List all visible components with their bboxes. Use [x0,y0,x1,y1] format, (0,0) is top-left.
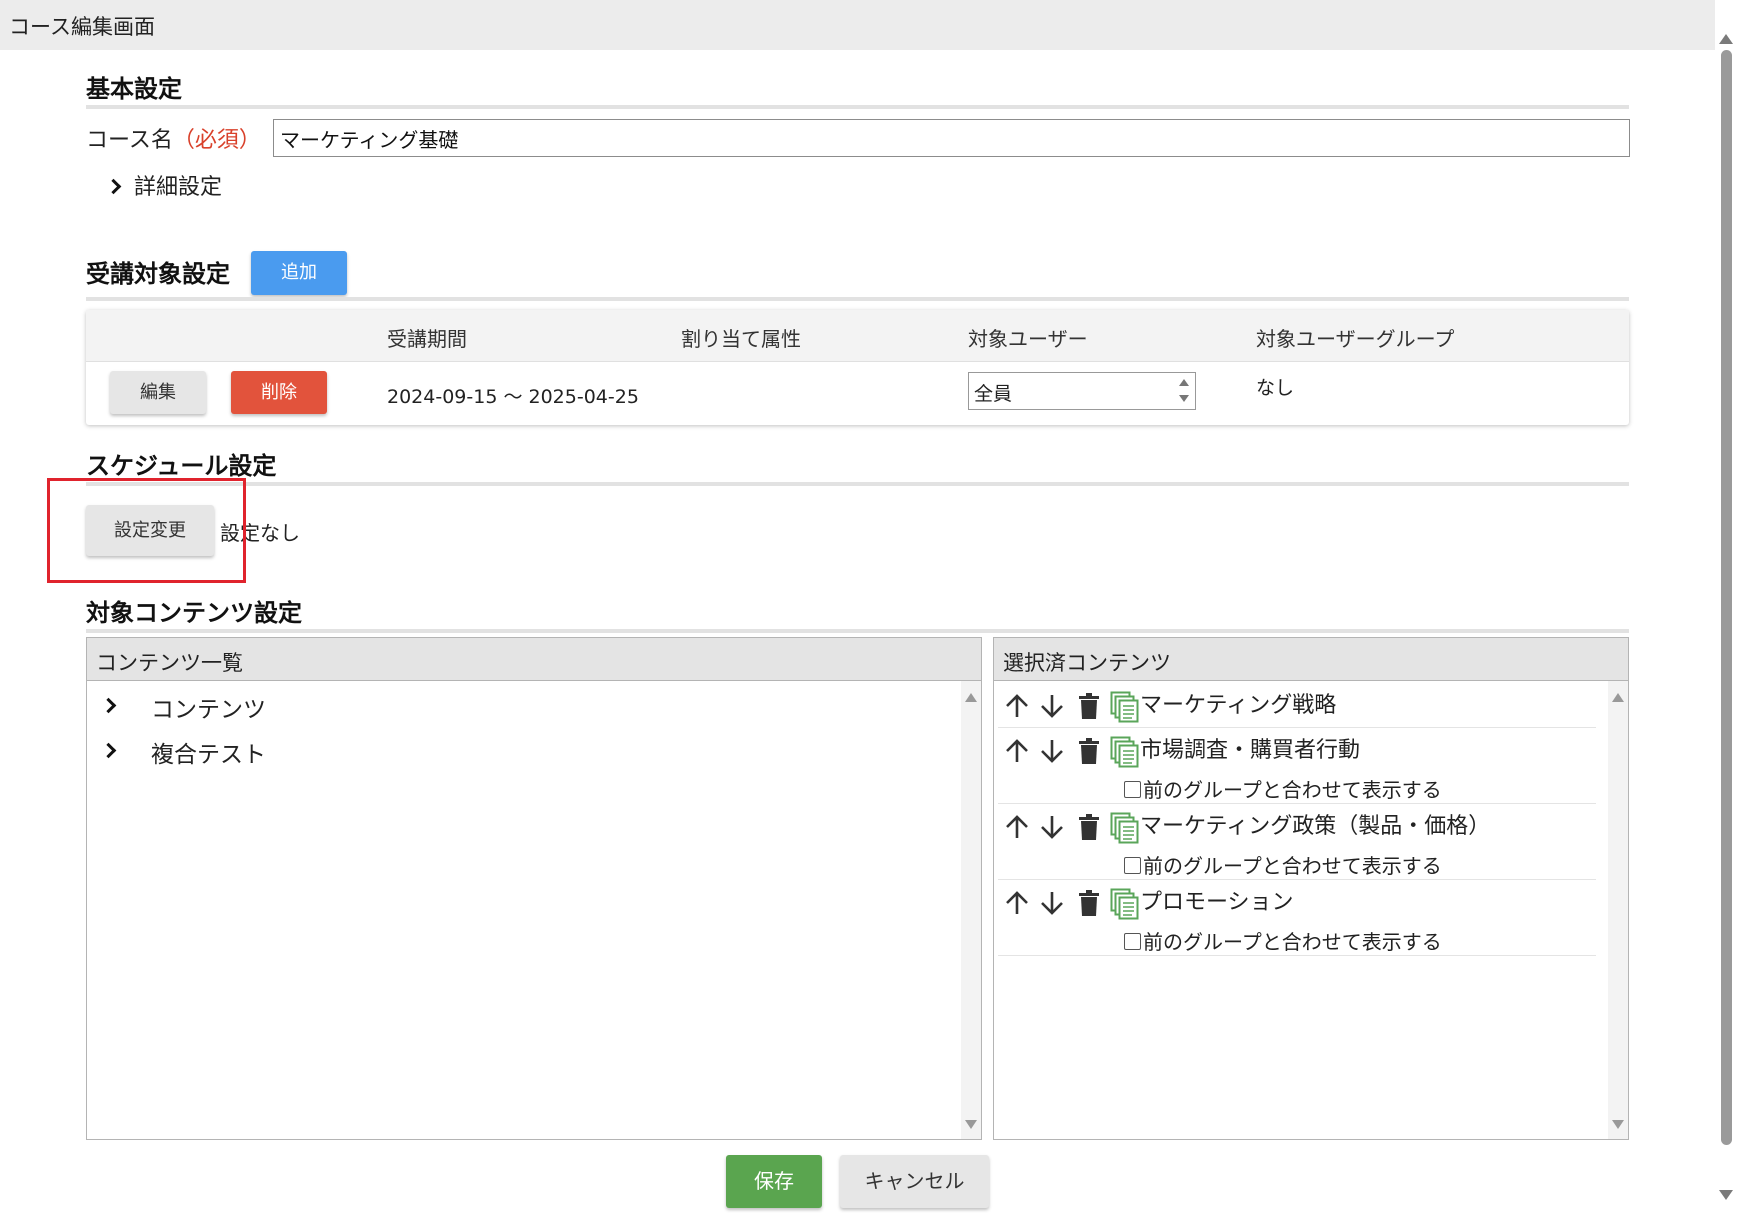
checkbox-icon[interactable] [1124,933,1141,950]
trash-icon[interactable] [1078,693,1100,723]
selected-content-title: 選択済コンテンツ [1003,651,1171,675]
scroll-up-icon[interactable] [965,693,977,702]
content-pages-icon [1110,888,1140,924]
selected-content-name: 市場調査・購買者行動 [1140,738,1361,763]
scroll-thumb[interactable] [1721,50,1732,1145]
merge-with-previous-label: 前のグループと合わせて表示する [1143,930,1442,954]
scroll-up-icon[interactable] [1719,34,1733,44]
period-value: 2024-09-15 ～ 2025-04-25 [387,386,639,408]
content-pages-icon [1110,812,1140,848]
add-target-button[interactable]: 追加 [251,251,347,295]
chevron-right-icon[interactable] [100,697,117,714]
stepper-up-icon[interactable] [1179,379,1189,386]
selected-content-name: マーケティング政策（製品・価格） [1140,814,1491,839]
trash-icon[interactable] [1078,890,1100,920]
edit-button[interactable]: 編集 [110,371,206,414]
arrow-down-icon[interactable] [1039,814,1065,844]
selected-content-row: マーケティング戦略 [998,683,1596,728]
course-name-label-text: コース名 [86,128,173,153]
arrow-down-icon[interactable] [1039,890,1065,920]
selected-content-row: 市場調査・購買者行動前のグループと合わせて表示する [998,728,1596,804]
groups-value: なし [1256,377,1295,399]
content-pages-icon [1110,736,1140,772]
target-users-value: 全員 [974,383,1013,405]
column-header-attribute: 割り当て属性 [681,327,801,351]
chevron-right-icon [105,178,122,195]
table-header: 受講期間 割り当て属性 対象ユーザー 対象ユーザーグループ [86,310,1629,362]
trash-icon[interactable] [1078,814,1100,844]
selected-content-panel: 選択済コンテンツ マーケティング戦略 市場調査・購買者行動前のグループと合わせて表… [993,637,1629,1140]
column-header-period: 受講期間 [387,327,467,351]
scroll-down-icon[interactable] [1719,1190,1733,1200]
arrow-up-icon[interactable] [1004,890,1030,920]
content-list-title: コンテンツ一覧 [96,651,243,675]
target-users-stepper[interactable]: 全員 [968,372,1196,410]
page-scrollbar[interactable] [1715,0,1737,1213]
course-name-input[interactable] [273,119,1630,157]
window-title: コース編集画面 [9,15,155,39]
selected-content-name: マーケティング戦略 [1140,693,1337,718]
scroll-down-icon[interactable] [965,1120,977,1129]
section-divider [86,482,1629,486]
delete-button[interactable]: 削除 [231,371,327,414]
merge-with-previous-checkbox[interactable]: 前のグループと合わせて表示する [1124,850,1442,879]
chevron-right-icon[interactable] [100,742,117,759]
checkbox-icon[interactable] [1124,857,1141,874]
selected-content-name: プロモーション [1140,890,1294,915]
selected-content-scrollbar[interactable] [1608,681,1628,1139]
selected-content-row: プロモーション前のグループと合わせて表示する [998,880,1596,956]
section-divider [86,629,1629,633]
column-header-users: 対象ユーザー [968,327,1088,351]
content-pages-icon [1110,691,1140,727]
content-list-header: コンテンツ一覧 [87,638,981,681]
content-list-panel: コンテンツ一覧 コンテンツ 複合テスト [86,637,982,1140]
basic-settings-heading: 基本設定 [86,75,182,103]
scroll-up-icon[interactable] [1612,693,1624,702]
schedule-settings-heading: スケジュール設定 [86,452,277,480]
arrow-up-icon[interactable] [1004,814,1030,844]
arrow-down-icon[interactable] [1039,738,1065,768]
content-list-scrollbar[interactable] [961,681,981,1139]
highlight-box [47,478,246,583]
tree-item-label: コンテンツ [151,697,266,723]
section-divider [86,297,1629,301]
tree-item-label: 複合テスト [151,742,266,768]
cancel-button[interactable]: キャンセル [840,1155,989,1208]
column-header-groups: 対象ユーザーグループ [1256,327,1455,351]
section-divider [86,105,1629,109]
arrow-up-icon[interactable] [1004,738,1030,768]
merge-with-previous-label: 前のグループと合わせて表示する [1143,854,1442,878]
merge-with-previous-label: 前のグループと合わせて表示する [1143,778,1442,802]
window-titlebar: コース編集画面 [0,0,1715,50]
selected-content-row: マーケティング政策（製品・価格） 前のグループと合わせて表示する [998,804,1596,880]
detail-settings-label: 詳細設定 [134,175,223,200]
stepper-down-icon[interactable] [1179,395,1189,402]
required-label: （必須） [172,128,261,153]
checkbox-icon[interactable] [1124,781,1141,798]
trash-icon[interactable] [1078,738,1100,768]
scroll-down-icon[interactable] [1612,1120,1624,1129]
target-table: 受講期間 割り当て属性 対象ユーザー 対象ユーザーグループ 編集 削除 2024… [86,310,1629,425]
arrow-up-icon[interactable] [1004,693,1030,723]
selected-content-header: 選択済コンテンツ [994,638,1628,681]
merge-with-previous-checkbox[interactable]: 前のグループと合わせて表示する [1124,774,1442,803]
arrow-down-icon[interactable] [1039,693,1065,723]
merge-with-previous-checkbox[interactable]: 前のグループと合わせて表示する [1124,926,1442,955]
course-name-label: コース名（必須） [86,122,261,154]
save-button[interactable]: 保存 [726,1155,822,1208]
target-settings-heading: 受講対象設定 [86,260,230,288]
content-settings-heading: 対象コンテンツ設定 [86,599,302,627]
